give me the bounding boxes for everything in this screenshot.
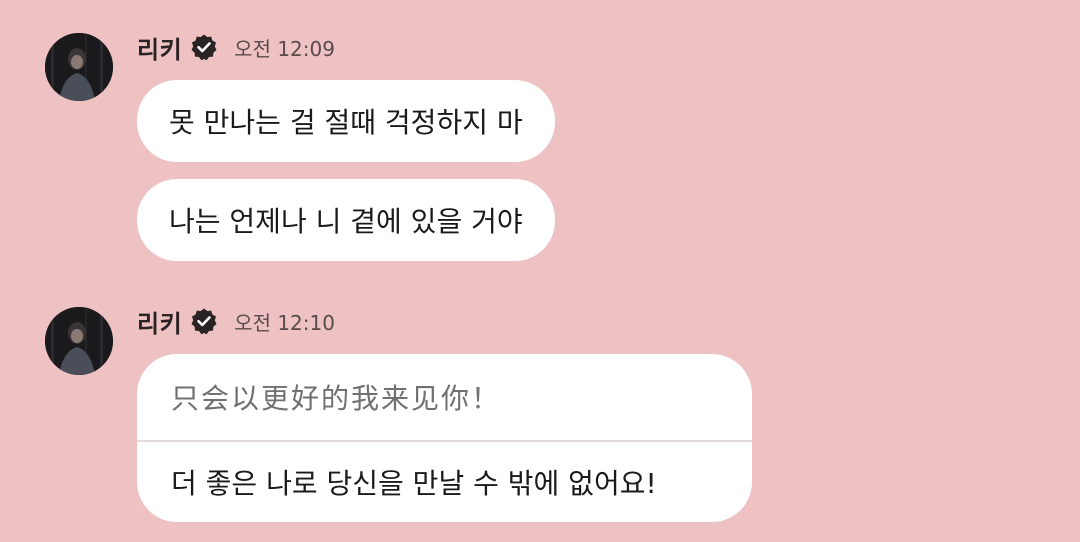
message-time: 오전 12:09: [234, 36, 335, 61]
translated-text: 더 좋은 나로 당신을 만날 수 밖에 없어요!: [171, 467, 657, 500]
avatar-image: [45, 307, 113, 375]
message-header: 리키 오전 12:09: [137, 30, 335, 64]
message-header: 리키 오전 12:10: [137, 304, 335, 338]
message-bubble[interactable]: 못 만나는 걸 절때 걱정하지 마: [137, 80, 555, 162]
translated-message-bubble[interactable]: 只会以更好的我来见你！ 더 좋은 나로 당신을 만날 수 밖에 없어요!: [137, 354, 752, 522]
avatar[interactable]: [45, 307, 113, 375]
verified-badge-icon: [190, 33, 218, 61]
sender-name[interactable]: 리키: [137, 30, 182, 65]
avatar[interactable]: [45, 33, 113, 101]
message-text: 못 만나는 걸 절때 걱정하지 마: [169, 106, 523, 139]
avatar-image: [45, 33, 113, 101]
verified-badge-icon: [190, 307, 218, 335]
original-text: 只会以更好的我来见你！: [171, 382, 502, 415]
message-bubble[interactable]: 나는 언제나 니 곁에 있을 거야: [137, 179, 555, 261]
sender-name[interactable]: 리키: [137, 304, 182, 339]
message-time: 오전 12:10: [234, 310, 335, 335]
message-text: 나는 언제나 니 곁에 있을 거야: [169, 205, 523, 238]
